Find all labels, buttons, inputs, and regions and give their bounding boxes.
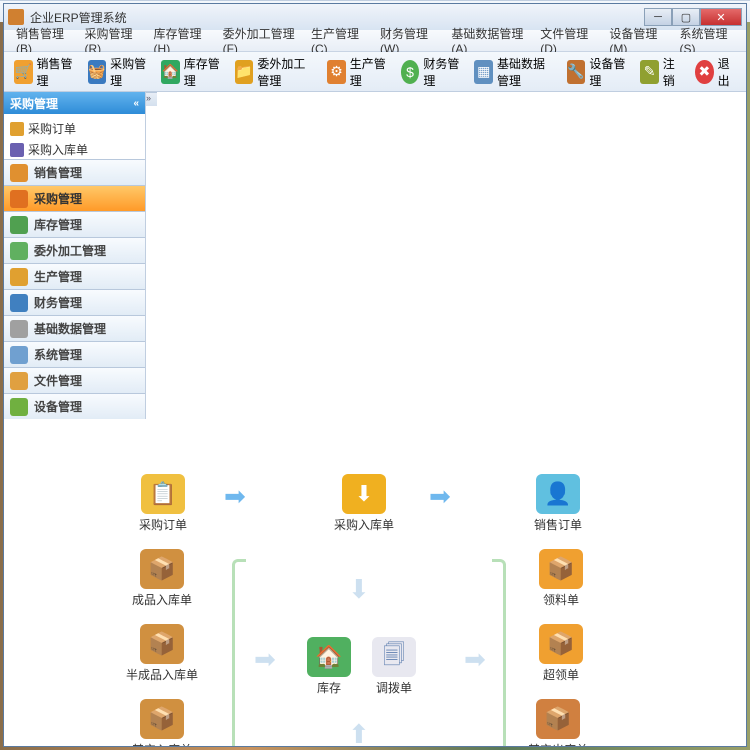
flow-sales-order[interactable]: 👤销售订单 [534,474,582,533]
nav-icon [10,398,28,416]
nav-basedata[interactable]: 基础数据管理 [4,315,145,341]
box-out-icon: 📦 [536,699,580,739]
tree-item[interactable]: 采购入库单 [6,139,143,159]
basket-icon: 🧺 [88,60,107,84]
collapse-icon[interactable]: « [133,98,139,109]
nav-outsource[interactable]: 委外加工管理 [4,237,145,263]
box-icon: 📦 [140,549,184,589]
box-icon: 📦 [140,624,184,664]
flow-canvas: 📋采购订单 📦成品入库单 📦半成品入库单 📦其它入库单 ✅委外完工入库 ⬇采购入… [4,419,746,746]
nav-footer[interactable]: » [146,92,157,106]
body: 采购管理 « 采购订单 采购入库单 物料需求计划 采购付款单统计报表 采购入库单… [4,92,746,419]
app-window: 企业ERP管理系统 ─ ▢ ✕ 销售管理(B) 采购管理(R) 库存管理(H) … [3,3,747,747]
nav-icon [10,294,28,312]
nav-icon [10,346,28,364]
flow-purchase-in[interactable]: ⬇采购入库单 [334,474,394,533]
arrow-right-icon: ➡ [429,481,451,512]
tool-device[interactable]: 🔧设备管理 [563,53,631,91]
arrow-right-icon: ➡ [254,644,276,675]
nav-system[interactable]: 系统管理 [4,341,145,367]
key-icon: ✎ [640,60,658,84]
doc-icon [10,143,24,157]
nav-icon [10,372,28,390]
doc-icon [10,122,24,136]
tool-stock[interactable]: 🏠库存管理 [157,53,225,91]
tool-production[interactable]: ⚙生产管理 [323,53,391,91]
tool-sales[interactable]: 🛒销售管理 [10,53,78,91]
sidebar-tree: 采购订单 采购入库单 物料需求计划 采购付款单统计报表 采购入库单开票情况 采购… [4,114,145,159]
exit-icon: ✖ [695,60,713,84]
arrow-up-icon: ⬆ [348,719,370,746]
nav-device[interactable]: 设备管理 [4,393,145,419]
flow-transfer[interactable]: 🗐调拨单 [372,637,416,696]
wrench-icon: 🔧 [567,60,586,84]
nav-icon [10,190,28,208]
download-icon: ⬇ [342,474,386,514]
arrow-down-icon: ⬇ [348,574,370,605]
flow-inventory[interactable]: 🏠库存 [307,637,351,696]
nav-sales[interactable]: 销售管理 [4,159,145,185]
tree-item[interactable]: 采购订单 [6,118,143,139]
docs-icon: 🗐 [372,637,416,677]
tool-logout[interactable]: ✎注销 [636,53,685,91]
nav-icon [10,242,28,260]
folder-icon: 📁 [235,60,254,84]
cart-icon: 🛒 [14,60,33,84]
user-doc-icon: 👤 [536,474,580,514]
flow-material-out[interactable]: 📦领料单 [539,549,583,608]
nav-purchase[interactable]: 采购管理 [4,185,145,211]
nav-stack: 销售管理 采购管理 库存管理 委外加工管理 生产管理 [4,159,145,289]
box-out-icon: 📦 [539,549,583,589]
gear-icon: ⚙ [327,60,346,84]
bracket-left-icon [232,559,246,746]
nav-stock[interactable]: 库存管理 [4,211,145,237]
home-icon: 🏠 [161,60,180,84]
calendar-icon: ▦ [474,60,493,84]
tool-exit[interactable]: ✖退出 [691,53,740,91]
flow-finished-in[interactable]: 📦成品入库单 [132,549,192,608]
tool-finance[interactable]: $财务管理 [397,53,465,91]
sidebar-header[interactable]: 采购管理 « [4,92,145,114]
flow-purchase-order[interactable]: 📋采购订单 [139,474,187,533]
tool-outsource[interactable]: 📁委外加工管理 [231,53,317,91]
toolbar: 🛒销售管理 🧺采购管理 🏠库存管理 📁委外加工管理 ⚙生产管理 $财务管理 ▦基… [4,52,746,92]
arrow-right-icon: ➡ [464,644,486,675]
box-out-icon: 📦 [539,624,583,664]
bracket-right-icon [492,559,506,746]
nav-icon [10,268,28,286]
nav-finance[interactable]: 财务管理 [4,289,145,315]
nav-icon [10,164,28,182]
flow-over-out[interactable]: 📦超领单 [539,624,583,683]
arrow-right-icon: ➡ [224,481,246,512]
menubar: 销售管理(B) 采购管理(R) 库存管理(H) 委外加工管理(F) 生产管理(C… [4,30,746,52]
sidebar: 采购管理 « 采购订单 采购入库单 物料需求计划 采购付款单统计报表 采购入库单… [4,92,146,419]
tool-basedata[interactable]: ▦基础数据管理 [470,53,556,91]
tool-purchase[interactable]: 🧺采购管理 [84,53,152,91]
flow-semi-in[interactable]: 📦半成品入库单 [126,624,198,683]
flow-other-in[interactable]: 📦其它入库单 [132,699,192,746]
dollar-icon: $ [401,60,420,84]
nav-icon [10,320,28,338]
nav-icon [10,216,28,234]
box-icon: 📦 [140,699,184,739]
sidebar-title: 采购管理 [10,95,58,112]
nav-files[interactable]: 文件管理 [4,367,145,393]
nav-production[interactable]: 生产管理 [4,263,145,289]
home-icon: 🏠 [307,637,351,677]
flow-other-out[interactable]: 📦其它出库单 [528,699,588,746]
clipboard-icon: 📋 [141,474,185,514]
